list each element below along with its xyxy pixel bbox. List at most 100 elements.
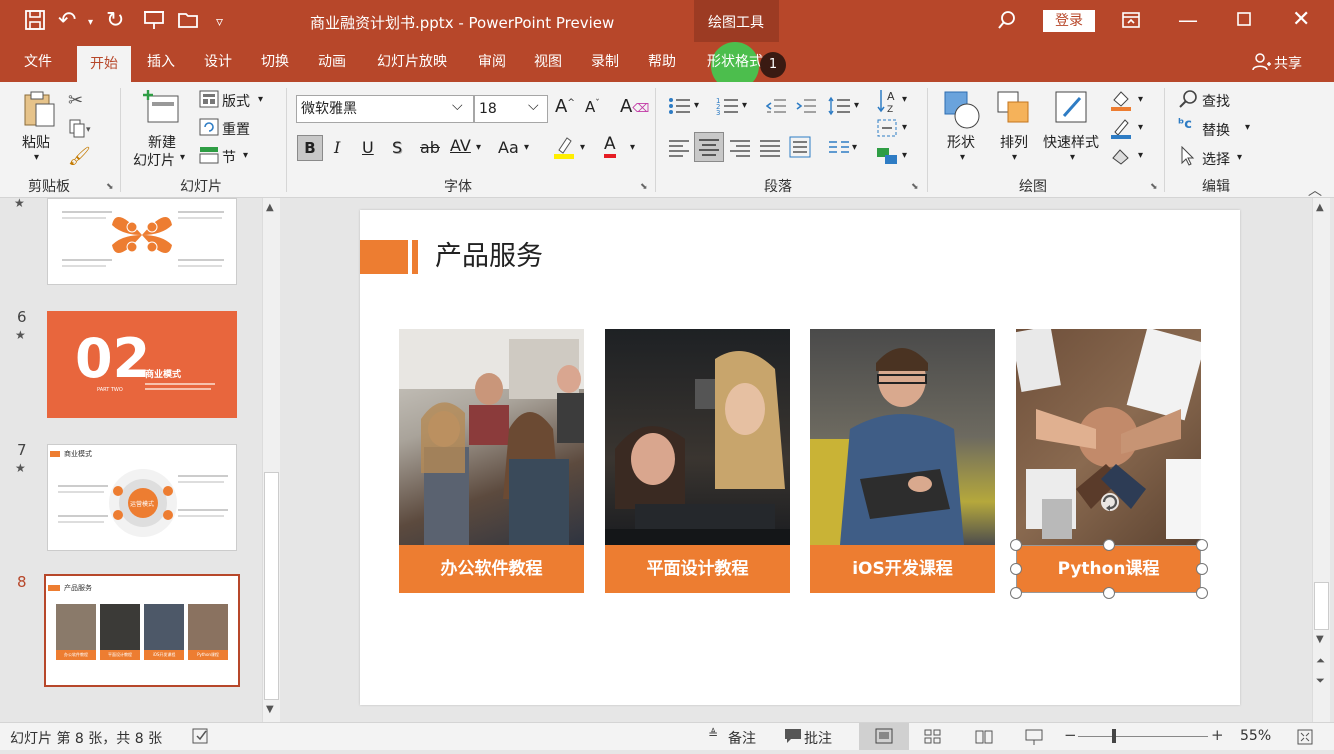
align-text-dropdown-icon[interactable]: ▾ (902, 122, 907, 133)
maximize-icon[interactable] (1234, 9, 1254, 34)
card-photo-design[interactable] (605, 329, 790, 545)
bullets-icon[interactable] (668, 96, 692, 120)
zoom-in-icon[interactable]: + (1211, 726, 1224, 744)
collapse-ribbon-icon[interactable]: ︿ (1308, 180, 1322, 200)
resize-handle-t[interactable] (1103, 539, 1115, 551)
shape-effects-dropdown-icon[interactable]: ▾ (1138, 150, 1143, 161)
card-caption-office[interactable]: 办公软件教程 (399, 545, 584, 593)
new-slide-label2[interactable]: 幻灯片 (133, 150, 175, 170)
slideshow-icon[interactable] (1024, 728, 1044, 750)
zoom-out-icon[interactable]: − (1064, 726, 1077, 744)
resize-handle-r[interactable] (1196, 563, 1208, 575)
text-direction-dropdown-icon[interactable]: ▾ (902, 94, 907, 105)
scroll-up-icon[interactable]: ▲ (1316, 202, 1324, 213)
arrange-button[interactable]: 排列 (1000, 132, 1028, 152)
card-caption-design[interactable]: 平面设计教程 (605, 545, 790, 593)
rotate-handle-icon[interactable] (1098, 490, 1122, 518)
line-spacing-icon[interactable] (828, 96, 852, 120)
increase-font-icon[interactable]: A^ (555, 96, 575, 117)
font-color-dropdown-icon[interactable]: ▾ (630, 142, 635, 153)
new-slide-icon[interactable] (142, 88, 182, 130)
resize-handle-tr[interactable] (1196, 539, 1208, 551)
paste-icon[interactable] (22, 90, 56, 132)
zoom-slider-track[interactable] (1078, 736, 1208, 737)
shadow-button[interactable]: S (392, 138, 402, 157)
bold-button[interactable]: B (297, 135, 323, 161)
align-right-icon[interactable] (729, 138, 751, 162)
search-icon[interactable] (996, 9, 1018, 36)
section-dropdown-icon[interactable]: ▾ (243, 150, 248, 161)
copy-icon[interactable]: ▾ (68, 118, 92, 142)
shapes-icon[interactable] (943, 90, 983, 134)
comments-button[interactable]: 批注 (804, 728, 832, 748)
shape-effects-icon[interactable] (1110, 146, 1132, 170)
select-button[interactable]: 选择 (1202, 149, 1230, 169)
thumbnail-slide-6[interactable]: 02 商业模式 PART TWO (47, 311, 237, 418)
shape-outline-icon[interactable] (1110, 116, 1132, 144)
justify-icon[interactable] (759, 138, 781, 162)
thumbnail-scrollbar[interactable]: ▲ ▼ (262, 198, 280, 722)
zoom-slider-thumb[interactable] (1112, 729, 1116, 743)
character-spacing-button[interactable]: AV (450, 136, 471, 155)
reading-view-icon[interactable] (974, 728, 994, 750)
select-dropdown-icon[interactable]: ▾ (1237, 152, 1242, 163)
open-folder-icon[interactable] (177, 9, 201, 36)
change-case-button[interactable]: Aa (498, 138, 519, 157)
font-launcher-icon[interactable]: ⬊ (640, 182, 648, 192)
paste-dropdown-icon[interactable]: ▾ (34, 152, 39, 163)
resize-handle-b[interactable] (1103, 587, 1115, 599)
font-name-input[interactable]: 微软雅黑 (296, 95, 474, 123)
card-caption-ios[interactable]: iOS开发课程 (810, 545, 995, 593)
align-center-button[interactable] (694, 132, 724, 162)
slide-title[interactable]: 产品服务 (435, 240, 543, 274)
tab-review[interactable]: 审阅 (468, 42, 516, 82)
paragraph-launcher-icon[interactable]: ⬊ (911, 182, 919, 192)
align-text-icon[interactable] (876, 118, 898, 142)
decrease-font-icon[interactable]: Aˇ (585, 98, 600, 116)
smartart-icon[interactable] (876, 146, 898, 170)
previous-slide-icon[interactable]: ⏶ (1316, 654, 1325, 668)
shapes-button[interactable]: 形状 (947, 132, 975, 152)
drawing-launcher-icon[interactable]: ⬊ (1150, 182, 1158, 192)
distributed-icon[interactable] (789, 136, 811, 162)
clear-formatting-icon[interactable]: A⌫ (620, 96, 649, 117)
quick-styles-dropdown-icon[interactable]: ▾ (1070, 152, 1075, 163)
resize-handle-l[interactable] (1010, 563, 1022, 575)
normal-view-button[interactable] (859, 723, 909, 750)
select-icon[interactable] (1180, 145, 1196, 170)
next-slide-icon[interactable]: ⏷ (1316, 674, 1325, 688)
tab-file[interactable]: 文件 (14, 42, 62, 82)
fit-to-window-icon[interactable] (1296, 728, 1314, 750)
arrange-dropdown-icon[interactable]: ▾ (1012, 152, 1017, 163)
save-icon[interactable] (24, 9, 46, 36)
highlight-dropdown-icon[interactable]: ▾ (580, 142, 585, 153)
thumbnail-slide-7[interactable]: 商业模式 运营模式 (47, 444, 237, 551)
section-button[interactable]: 节 (222, 147, 236, 167)
replace-icon[interactable]: ᵇc (1178, 117, 1192, 132)
replace-dropdown-icon[interactable]: ▾ (1245, 122, 1250, 133)
shapes-dropdown-icon[interactable]: ▾ (960, 152, 965, 163)
italic-button[interactable]: I (334, 138, 340, 157)
thumbnail-slide-8[interactable]: 产品服务 办公软件教程 平面设计教程 iOS开发课程 Python课程 (44, 574, 240, 687)
strikethrough-button[interactable]: ab (420, 138, 440, 157)
underline-button[interactable]: U (362, 138, 374, 157)
line-spacing-dropdown-icon[interactable]: ▾ (854, 100, 859, 111)
columns-icon[interactable] (828, 138, 850, 162)
slide-scroll-thumb[interactable] (1314, 582, 1329, 630)
replace-button[interactable]: 替换 (1202, 120, 1230, 140)
columns-dropdown-icon[interactable]: ▾ (852, 142, 857, 153)
tab-home[interactable]: 开始 (77, 46, 131, 82)
undo-dropdown-icon[interactable]: ▾ (88, 11, 93, 35)
notes-icon[interactable]: ≜ (708, 727, 718, 741)
shape-fill-icon[interactable] (1110, 88, 1132, 116)
customize-qat-icon[interactable]: ▿ (216, 10, 223, 34)
minimize-icon[interactable]: — (1178, 8, 1198, 32)
layout-dropdown-icon[interactable]: ▾ (258, 94, 263, 105)
tab-record[interactable]: 录制 (581, 42, 629, 82)
resize-handle-br[interactable] (1196, 587, 1208, 599)
numbering-dropdown-icon[interactable]: ▾ (742, 100, 747, 111)
resize-handle-bl[interactable] (1010, 587, 1022, 599)
tab-insert[interactable]: 插入 (137, 42, 185, 82)
case-dropdown-icon[interactable]: ▾ (524, 142, 529, 153)
slide-scrollbar[interactable]: ▲ ▼ ⏶ ⏷ (1312, 198, 1330, 722)
